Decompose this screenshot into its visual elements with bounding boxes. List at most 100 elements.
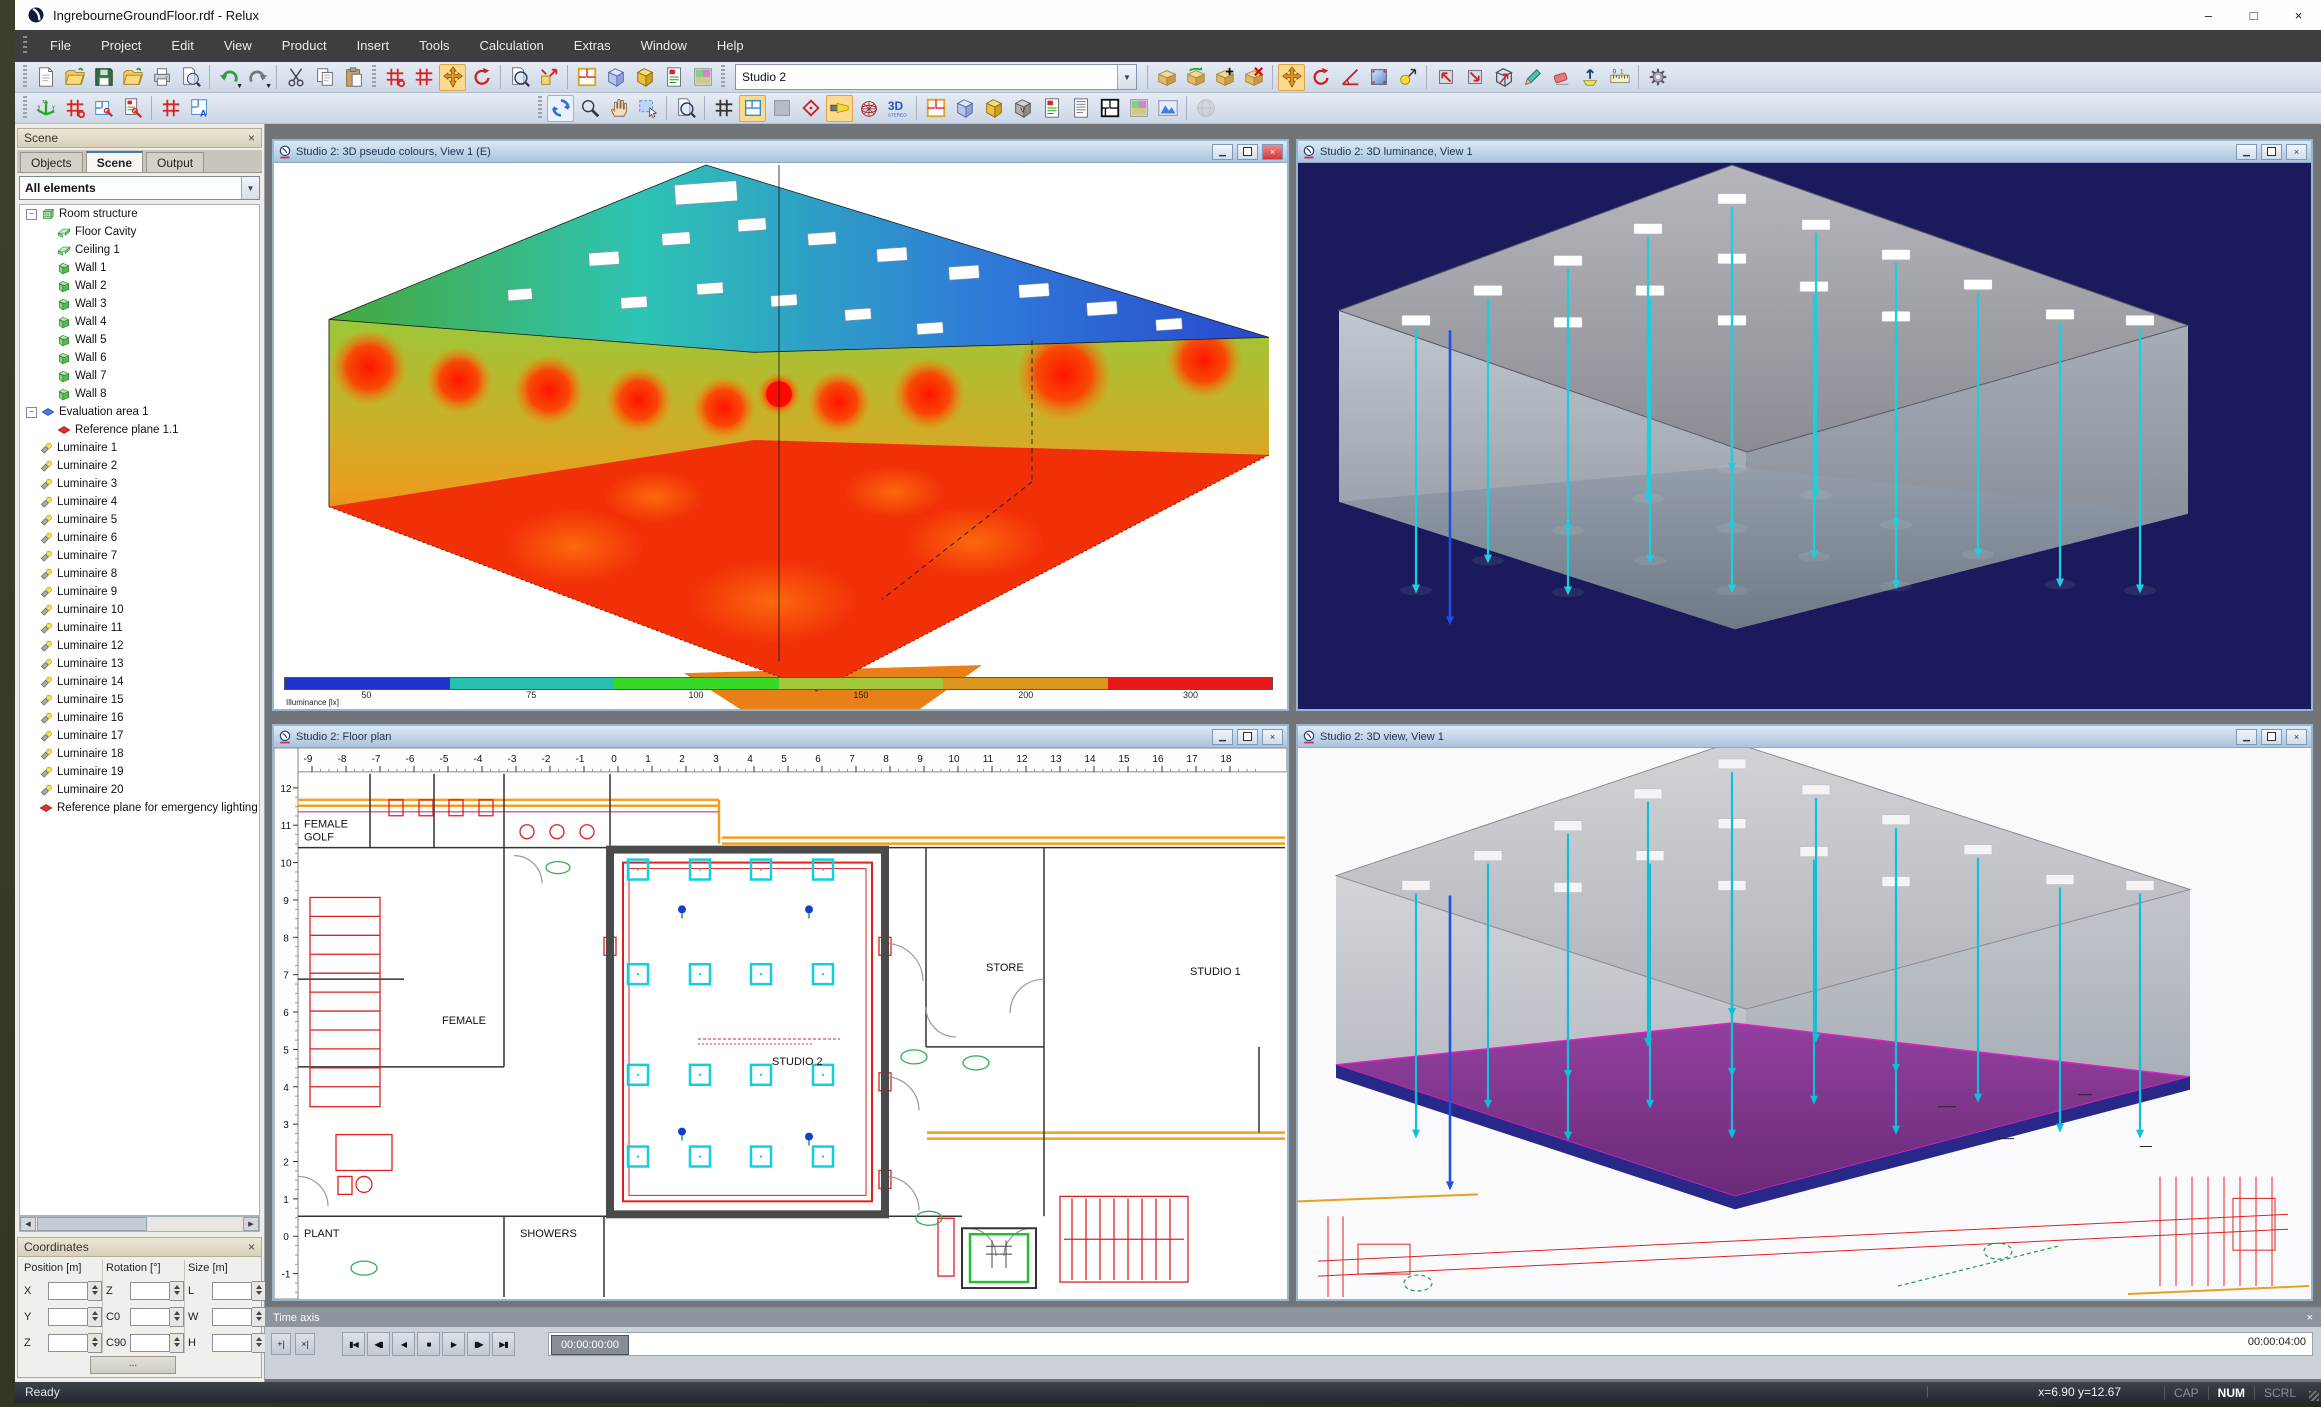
coord-spinner[interactable] xyxy=(252,1281,266,1301)
select-icon[interactable] xyxy=(634,95,661,122)
gridw-icon[interactable] xyxy=(381,64,408,91)
viewport-minimize-icon[interactable]: ▁ xyxy=(1212,729,1233,745)
magpage-icon[interactable] xyxy=(672,95,699,122)
planhl-icon[interactable] xyxy=(739,95,766,122)
tree-item[interactable]: Luminaire 13 xyxy=(20,655,259,673)
reportw-icon[interactable] xyxy=(119,95,146,122)
planw-icon[interactable] xyxy=(90,95,117,122)
planbw-icon[interactable] xyxy=(1096,95,1123,122)
minimize-icon[interactable]: – xyxy=(2186,0,2231,30)
stereo-icon[interactable] xyxy=(884,95,911,122)
picker-icon[interactable] xyxy=(1394,64,1421,91)
studio-select[interactable]: Studio 2▼ xyxy=(735,64,1137,90)
grid-icon[interactable] xyxy=(410,64,437,91)
coord-input-c0[interactable] xyxy=(130,1308,170,1326)
play-button[interactable]: ▶ xyxy=(442,1332,465,1356)
viewport-luminance-titlebar[interactable]: Studio 2: 3D luminance, View 1 ▁ × xyxy=(1298,141,2311,163)
tab-scene[interactable]: Scene xyxy=(86,151,143,172)
coord-input-x[interactable] xyxy=(48,1282,88,1300)
room-rot-icon[interactable] xyxy=(1182,64,1209,91)
copy-icon[interactable] xyxy=(311,64,338,91)
menu-extras[interactable]: Extras xyxy=(559,30,626,62)
coord-input-h[interactable] xyxy=(212,1334,252,1352)
view3d-canvas[interactable] xyxy=(1298,748,2311,1299)
tree-item[interactable]: Wall 4 xyxy=(20,313,259,331)
viewport-floorplan-titlebar[interactable]: Studio 2: Floor plan ▁ × xyxy=(274,726,1287,748)
cube-wire-icon[interactable] xyxy=(1490,64,1517,91)
tree-item[interactable]: Luminaire 18 xyxy=(20,745,259,763)
pencil-icon[interactable] xyxy=(1519,64,1546,91)
undo-icon[interactable]: ▼ xyxy=(215,64,242,91)
skip-start-button[interactable]: ▮◀ xyxy=(342,1332,365,1356)
close-icon[interactable]: × xyxy=(2276,0,2321,30)
print-icon[interactable] xyxy=(148,64,175,91)
coord-spinner[interactable] xyxy=(88,1281,102,1301)
coord-spinner[interactable] xyxy=(170,1281,184,1301)
open-icon[interactable] xyxy=(61,64,88,91)
tree-item[interactable]: Wall 2 xyxy=(20,277,259,295)
paste-icon[interactable] xyxy=(340,64,367,91)
cubeb-icon[interactable] xyxy=(951,95,978,122)
eraser-icon[interactable] xyxy=(1548,64,1575,91)
tab-objects[interactable]: Objects xyxy=(20,152,83,172)
tree-item[interactable]: Luminaire 9 xyxy=(20,583,259,601)
tree-item[interactable]: Luminaire 2 xyxy=(20,457,259,475)
hand-icon[interactable] xyxy=(605,95,632,122)
elements-filter-select[interactable]: All elements ▼ xyxy=(19,176,260,200)
tree-item[interactable]: Wall 5 xyxy=(20,331,259,349)
tree-item[interactable]: −Evaluation area 1 xyxy=(20,403,259,421)
tree-item[interactable]: Floor Cavity xyxy=(20,223,259,241)
menu-grip[interactable] xyxy=(23,36,27,56)
room-del-icon[interactable] xyxy=(1240,64,1267,91)
time-axis-close-icon[interactable]: × xyxy=(2307,1312,2313,1324)
menu-product[interactable]: Product xyxy=(267,30,342,62)
luminance-canvas[interactable] xyxy=(1298,163,2311,709)
web-icon[interactable] xyxy=(855,95,882,122)
tree-expand-icon[interactable]: − xyxy=(26,209,37,220)
grid-icon[interactable] xyxy=(157,95,184,122)
coord-input-y[interactable] xyxy=(48,1308,88,1326)
delete-time-marker-button[interactable]: ×| xyxy=(295,1333,315,1355)
coord-spinner[interactable] xyxy=(88,1333,102,1353)
graysq-icon[interactable] xyxy=(768,95,795,122)
fill-icon[interactable] xyxy=(1365,64,1392,91)
cubey-icon[interactable] xyxy=(631,64,658,91)
tree-item[interactable]: Luminaire 15 xyxy=(20,691,259,709)
viewport-minimize-icon[interactable]: ▁ xyxy=(2236,144,2257,160)
tree-item[interactable]: Luminaire 19 xyxy=(20,763,259,781)
viewport-restore-icon[interactable] xyxy=(1237,144,1258,160)
magpage-icon[interactable] xyxy=(506,64,533,91)
tab-output[interactable]: Output xyxy=(146,152,204,172)
gridw-icon[interactable] xyxy=(61,95,88,122)
page-icon[interactable] xyxy=(32,64,59,91)
timeline-track[interactable]: 00:00:00:00 00:00:04:00 xyxy=(548,1332,2313,1356)
cubeg-icon[interactable] xyxy=(1009,95,1036,122)
menu-edit[interactable]: Edit xyxy=(156,30,208,62)
tree-item[interactable]: Luminaire 1 xyxy=(20,439,259,457)
planc-icon[interactable] xyxy=(689,64,716,91)
viewport-close-icon[interactable]: × xyxy=(2286,144,2307,160)
protract-icon[interactable] xyxy=(1336,64,1363,91)
save-icon[interactable] xyxy=(90,64,117,91)
axis-icon[interactable] xyxy=(32,95,59,122)
add-time-marker-button[interactable]: +| xyxy=(271,1333,291,1355)
plan-icon[interactable] xyxy=(922,95,949,122)
toolbar-grip[interactable] xyxy=(721,65,725,89)
tree-item[interactable]: Reference plane for emergency lighting xyxy=(20,799,259,817)
chevron-down-icon[interactable]: ▼ xyxy=(1117,65,1136,89)
report2-icon[interactable] xyxy=(1067,95,1094,122)
tree-item[interactable]: Reference plane 1.1 xyxy=(20,421,259,439)
corner-br-icon[interactable] xyxy=(1461,64,1488,91)
coord-spinner[interactable] xyxy=(170,1333,184,1353)
ruler-icon[interactable] xyxy=(1606,64,1633,91)
move-icon[interactable] xyxy=(1278,64,1305,91)
tree-item[interactable]: Luminaire 14 xyxy=(20,673,259,691)
tree-item[interactable]: Luminaire 10 xyxy=(20,601,259,619)
tree-item[interactable]: Wall 6 xyxy=(20,349,259,367)
viewport-close-icon[interactable]: × xyxy=(1262,729,1283,745)
tree-item[interactable]: Wall 1 xyxy=(20,259,259,277)
menu-window[interactable]: Window xyxy=(626,30,702,62)
transform-icon[interactable] xyxy=(535,64,562,91)
rotate-icon[interactable] xyxy=(468,64,495,91)
resize-grip[interactable] xyxy=(2309,1391,2319,1401)
